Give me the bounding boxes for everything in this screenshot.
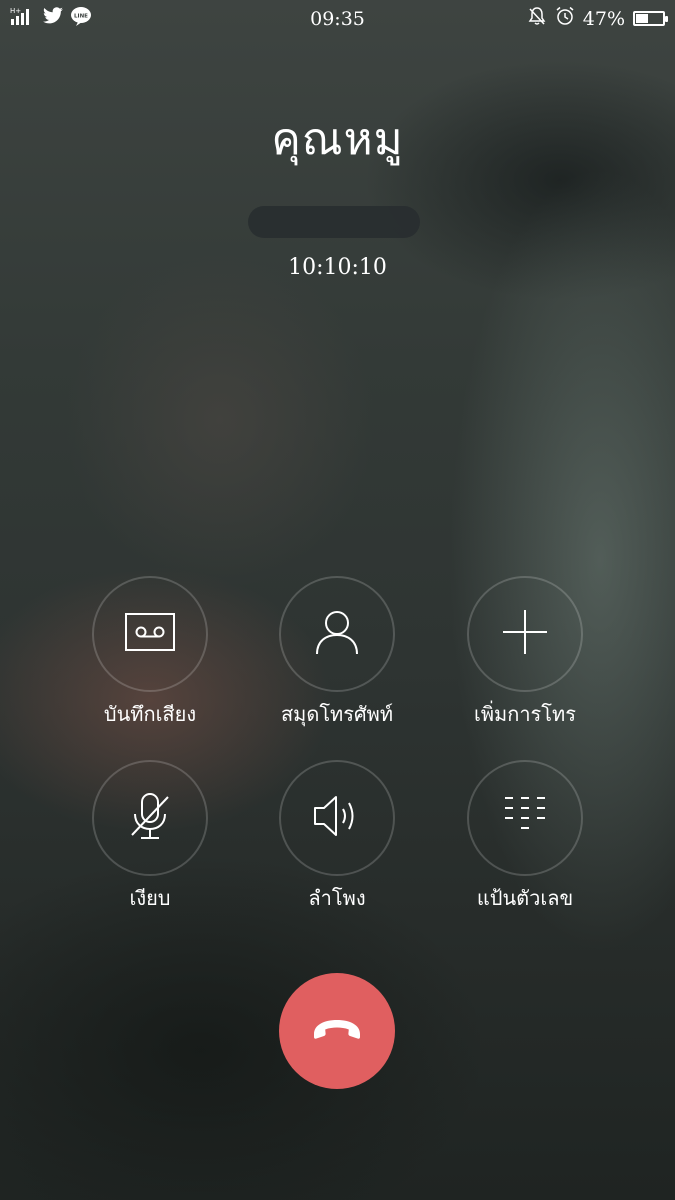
mute-button[interactable]: เงียบ — [50, 760, 250, 914]
mic-muted-icon — [128, 791, 172, 845]
speaker-button[interactable]: ลำโพง — [237, 760, 437, 914]
speaker-icon — [312, 793, 362, 843]
battery-percent: 47% — [582, 7, 625, 30]
end-call-button[interactable] — [279, 973, 395, 1089]
dialpad-label: แป้นตัวเลข — [476, 886, 574, 910]
add-call-label: เพิ่มการโทร — [474, 702, 576, 726]
caller-name: คุณหมู — [271, 114, 404, 165]
contact-person-icon — [314, 608, 360, 660]
status-right-icons: 47% — [527, 6, 668, 31]
caller-number-redacted — [248, 206, 420, 238]
battery-level-fill — [636, 14, 648, 23]
record-button-circle[interactable] — [92, 576, 208, 692]
record-button[interactable]: บันทึกเสียง — [50, 576, 250, 730]
status-bar: H+ LINE 09:35 47% — [0, 0, 675, 38]
battery-icon — [633, 11, 668, 26]
dialpad-icon — [503, 794, 547, 842]
speaker-button-circle[interactable] — [279, 760, 395, 876]
silent-bell-icon — [527, 6, 547, 31]
contacts-label: สมุดโทรศัพท์ — [280, 702, 394, 726]
add-call-button[interactable]: เพิ่มการโทร — [425, 576, 625, 730]
speaker-label: ลำโพง — [308, 886, 366, 910]
mute-label: เงียบ — [129, 886, 171, 910]
alarm-icon — [555, 6, 575, 31]
contacts-button[interactable]: สมุดโทรศัพท์ — [237, 576, 437, 730]
voicemail-record-icon — [124, 612, 176, 656]
add-call-button-circle[interactable] — [467, 576, 583, 692]
call-duration: 10:10:10 — [288, 255, 387, 280]
contacts-button-circle[interactable] — [279, 576, 395, 692]
mute-button-circle[interactable] — [92, 760, 208, 876]
end-call-phone-icon — [310, 1017, 364, 1045]
dialpad-button-circle[interactable] — [467, 760, 583, 876]
record-label: บันทึกเสียง — [103, 702, 197, 726]
plus-icon — [501, 608, 549, 660]
dialpad-button[interactable]: แป้นตัวเลข — [425, 760, 625, 914]
